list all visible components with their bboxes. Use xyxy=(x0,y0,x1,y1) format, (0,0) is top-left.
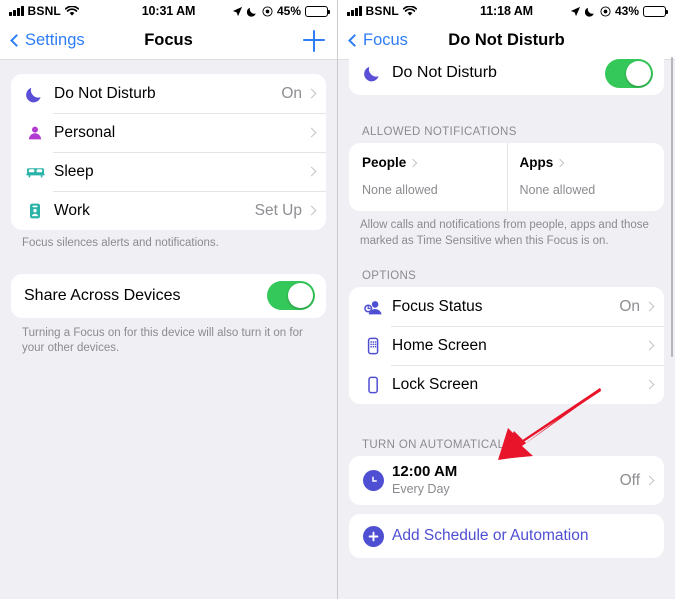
back-to-focus-button[interactable]: Focus xyxy=(348,31,408,50)
add-schedule-label: Add Schedule or Automation xyxy=(392,527,589,545)
clock-icon xyxy=(362,470,384,492)
focus-row-personal[interactable]: Personal xyxy=(11,113,326,152)
left-nav-bar: Settings Focus xyxy=(0,22,337,60)
battery-icon xyxy=(305,5,331,17)
chevron-left-icon xyxy=(10,34,23,47)
option-row-home-screen[interactable]: Home Screen xyxy=(349,326,664,365)
apps-sub: None allowed xyxy=(519,183,596,197)
focus-label: Sleep xyxy=(54,162,94,180)
chevron-right-icon xyxy=(556,158,565,167)
share-across-devices-toggle[interactable] xyxy=(267,281,315,311)
dnd-label: Do Not Disturb xyxy=(392,64,497,81)
schedule-row[interactable]: 12:00 AM Every Day Off xyxy=(349,456,664,505)
target-icon xyxy=(600,5,611,17)
focus-label: Personal xyxy=(54,123,116,141)
do-not-disturb-toggle[interactable] xyxy=(605,58,653,88)
moon-icon xyxy=(362,62,384,84)
vertical-scrollbar[interactable] xyxy=(670,57,673,357)
schedule-time: 12:00 AM xyxy=(392,463,458,481)
target-icon xyxy=(262,5,273,17)
left-phone-screen: BSNL 10:31 AM 45% Settings Focus Do Not … xyxy=(0,0,338,599)
option-label: Focus Status xyxy=(392,297,483,315)
add-schedule-row[interactable]: Add Schedule or Automation xyxy=(349,514,664,558)
option-label: Lock Screen xyxy=(392,375,479,393)
location-arrow-icon xyxy=(570,6,581,17)
back-to-settings-button[interactable]: Settings xyxy=(10,31,85,50)
chevron-left-icon xyxy=(348,34,361,47)
focus-row-work[interactable]: Work Set Up xyxy=(11,191,326,230)
focus-row-do-not-disturb[interactable]: Do Not Disturb On xyxy=(11,74,326,113)
option-row-focus-status[interactable]: Focus Status On xyxy=(349,287,664,326)
people-tile[interactable]: People None allowed xyxy=(349,143,507,211)
focus-label: Work xyxy=(54,201,90,219)
share-across-devices-card: Share Across Devices xyxy=(11,273,326,318)
focus-label: Do Not Disturb xyxy=(54,84,156,102)
chevron-right-icon xyxy=(644,475,655,486)
option-row-lock-screen[interactable]: Lock Screen xyxy=(349,365,664,404)
add-schedule-card: Add Schedule or Automation xyxy=(349,514,664,559)
do-not-disturb-card: Do Not Disturb xyxy=(349,51,664,95)
moon-icon xyxy=(246,6,258,17)
right-content: Do Not Disturb ALLOWED NOTIFICATIONS Peo… xyxy=(338,51,675,590)
back-label: Settings xyxy=(25,31,85,49)
option-value: On xyxy=(619,297,640,315)
right-phone-screen: BSNL 11:18 AM 43% Focus Do Not Disturb D… xyxy=(338,0,675,599)
add-focus-button[interactable] xyxy=(303,29,325,52)
left-status-bar: BSNL 10:31 AM 45% xyxy=(0,0,337,22)
focus-row-sleep[interactable]: Sleep xyxy=(11,152,326,191)
schedule-card: 12:00 AM Every Day Off xyxy=(349,456,664,506)
battery-percent-label: 45% xyxy=(276,4,301,18)
chevron-right-icon xyxy=(644,340,655,351)
status-right-group: 45% xyxy=(232,4,331,18)
battery-percent-label: 43% xyxy=(614,4,639,18)
do-not-disturb-row[interactable]: Do Not Disturb xyxy=(349,51,664,95)
chevron-right-icon xyxy=(644,379,655,390)
moon-icon xyxy=(584,6,596,17)
chevron-right-icon xyxy=(409,158,418,167)
allowed-footnote: Allow calls and notifications from peopl… xyxy=(360,219,649,247)
focus-value: Set Up xyxy=(254,201,302,219)
badge-icon xyxy=(24,200,46,222)
allowed-notifications-header: ALLOWED NOTIFICATIONS xyxy=(362,126,517,138)
moon-icon xyxy=(24,83,46,105)
focus-footnote: Focus silences alerts and notifications. xyxy=(22,237,219,249)
share-across-devices-row[interactable]: Share Across Devices xyxy=(11,274,326,318)
options-card: Focus Status On Home Screen Lock Screen xyxy=(349,287,664,405)
home-screen-icon xyxy=(362,335,384,357)
plus-circle-icon xyxy=(362,525,384,547)
focus-list-card: Do Not Disturb On Personal Sleep Work Se… xyxy=(11,74,326,230)
chevron-right-icon xyxy=(306,88,317,99)
dual-screenshot-container: BSNL 10:31 AM 45% Settings Focus Do Not … xyxy=(0,0,675,599)
left-content: Do Not Disturb On Personal Sleep Work Se… xyxy=(0,60,337,599)
schedule-value: Off xyxy=(619,471,640,489)
right-status-bar: BSNL 11:18 AM 43% xyxy=(338,0,675,22)
chevron-right-icon xyxy=(644,301,655,312)
schedule-text: 12:00 AM Every Day xyxy=(392,463,457,497)
apps-label: Apps xyxy=(519,155,554,170)
chevron-right-icon xyxy=(306,127,317,138)
option-label: Home Screen xyxy=(392,336,487,354)
person-icon xyxy=(24,122,46,144)
location-arrow-icon xyxy=(232,6,243,17)
chevron-right-icon xyxy=(306,166,317,177)
apps-title-row: Apps xyxy=(520,155,652,170)
chevron-right-icon xyxy=(306,205,317,216)
battery-icon xyxy=(643,5,669,17)
share-footnote: Turning a Focus on for this device will … xyxy=(22,326,303,355)
focus-value: On xyxy=(281,84,302,102)
people-sub: None allowed xyxy=(362,183,438,197)
allowed-notifications-card: People None allowed Apps None allowed xyxy=(349,143,664,211)
share-label: Share Across Devices xyxy=(24,286,181,304)
back-label: Focus xyxy=(363,31,408,49)
focus-status-icon xyxy=(362,296,384,318)
lock-screen-icon xyxy=(362,374,384,396)
options-header: OPTIONS xyxy=(362,270,417,283)
turn-on-automatically-header: TURN ON AUTOMATICALLY xyxy=(362,439,519,452)
apps-tile[interactable]: Apps None allowed xyxy=(506,143,665,211)
people-label: People xyxy=(362,155,407,170)
people-title-row: People xyxy=(362,155,494,170)
schedule-repeat: Every Day xyxy=(392,482,450,497)
bed-icon xyxy=(24,161,46,183)
status-right-group: 43% xyxy=(570,4,669,18)
